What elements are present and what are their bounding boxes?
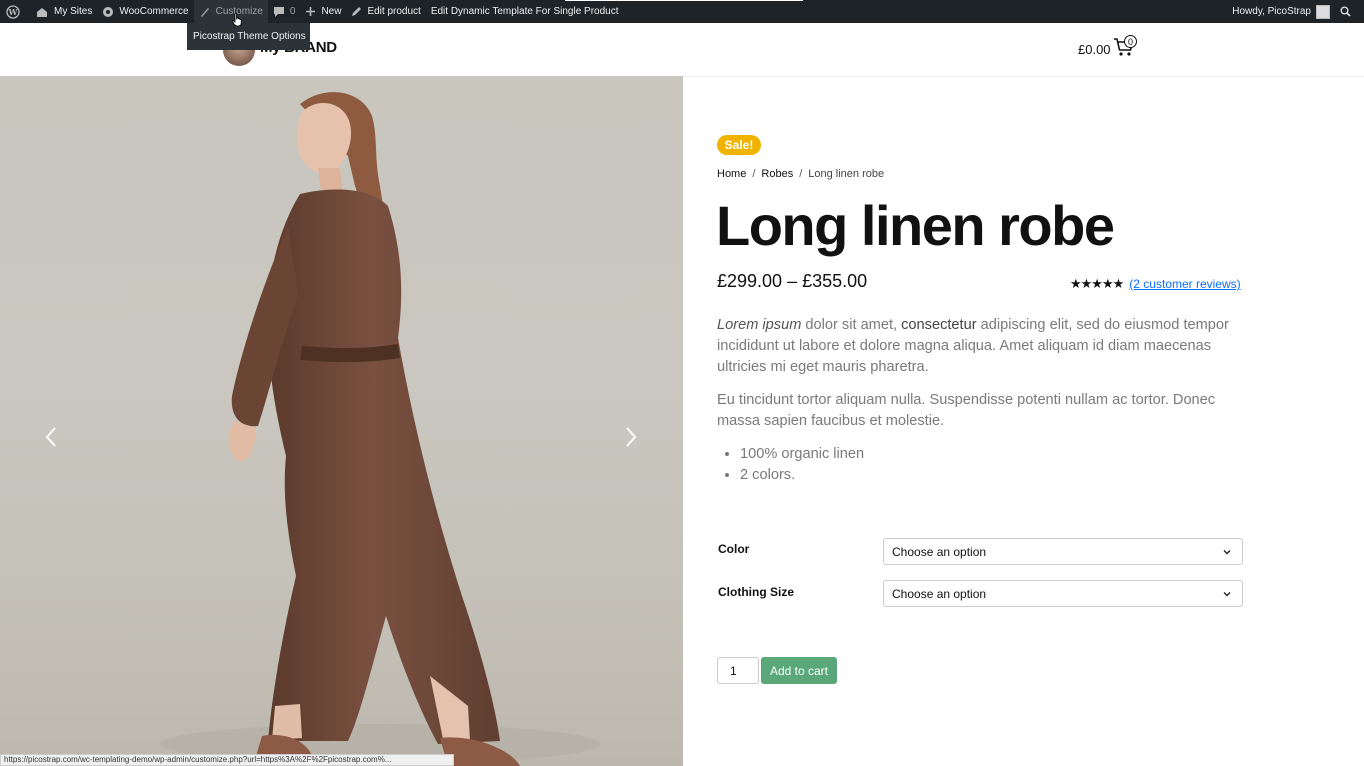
clothing-size-label: Clothing Size [718, 585, 794, 599]
customize-menu[interactable]: Customize [193, 0, 268, 23]
clothing-size-select[interactable]: Choose an option [883, 580, 1243, 607]
status-bar-url: https://picostrap.com/wc-templating-demo… [0, 754, 454, 766]
avatar [1316, 4, 1330, 19]
feature-item: 100% organic linen [740, 444, 864, 465]
color-label: Color [718, 542, 750, 556]
product-rating: ★★★★★ (2 customer reviews) [1070, 276, 1241, 292]
admin-bar: W My Sites WooCommerce Customize 0 New E… [0, 0, 1364, 23]
comment-icon [273, 6, 284, 17]
comments-count: 0 [289, 6, 296, 17]
wordpress-logo-menu[interactable]: W [0, 0, 31, 23]
breadcrumb-current: Long linen robe [808, 168, 885, 180]
feature-item: 2 colors. [740, 465, 864, 486]
description-paragraph-2: Eu tincidunt tortor aliquam nulla. Suspe… [717, 392, 1216, 429]
description-paragraph-1: Lorem ipsum dolor sit amet, consectetur … [717, 315, 1242, 378]
woocommerce-menu[interactable]: WooCommerce [97, 0, 193, 23]
description-text: dolor sit amet, [801, 317, 902, 333]
feature-list: 100% organic linen 2 colors. [717, 444, 864, 486]
new-label: New [321, 6, 342, 17]
description-bold: consectetur [901, 317, 977, 333]
woocommerce-label: WooCommerce [119, 6, 189, 17]
svg-text:W: W [8, 7, 19, 17]
hand-cursor-icon [232, 13, 242, 27]
breadcrumb-separator: / [799, 168, 803, 180]
chevron-down-icon [1223, 550, 1231, 555]
breadcrumb-separator: / [752, 168, 756, 180]
woocommerce-icon [103, 6, 114, 17]
reviews-link[interactable]: (2 customer reviews) [1129, 277, 1240, 291]
cart-total[interactable]: £0.00 [1078, 42, 1111, 57]
sale-badge: Sale! [717, 135, 761, 155]
chevron-down-icon [1223, 592, 1231, 597]
howdy-label: Howdy, PicoStrap [1232, 6, 1311, 17]
admin-search-button[interactable] [1340, 0, 1364, 23]
brush-icon [200, 7, 209, 17]
breadcrumb: Home / Robes / Long linen robe [717, 168, 884, 180]
product-price: £299.00 – £355.00 [717, 271, 868, 291]
edit-template-link[interactable]: Edit Dynamic Template For Single Product [426, 0, 624, 23]
theme-options-item[interactable]: Picostrap Theme Options [193, 31, 306, 42]
description-emphasis: Lorem ipsum [717, 317, 802, 333]
quantity-input[interactable]: 1 [717, 657, 759, 684]
rating-stars: ★★★★★ [1070, 276, 1124, 291]
breadcrumb-home[interactable]: Home [717, 168, 746, 180]
edit-product-link[interactable]: Edit product [346, 0, 425, 23]
product-gallery[interactable] [0, 76, 683, 766]
my-sites-label: My Sites [54, 6, 93, 17]
wordpress-icon: W [6, 4, 20, 19]
previous-slide-arrow-icon[interactable] [44, 426, 58, 448]
new-content-menu[interactable]: New [300, 0, 346, 23]
color-select-value: Choose an option [892, 544, 987, 559]
edit-template-label: Edit Dynamic Template For Single Product [430, 6, 619, 17]
product-title: Long linen robe [716, 194, 1115, 257]
clothing-size-select-value: Choose an option [892, 586, 987, 601]
next-slide-arrow-icon[interactable] [624, 426, 638, 448]
pencil-icon [352, 7, 362, 16]
product-image [160, 92, 600, 766]
breadcrumb-category[interactable]: Robes [761, 168, 793, 180]
loading-progress-line [565, 0, 803, 1]
account-menu[interactable]: Howdy, PicoStrap [1227, 0, 1340, 23]
cart-count-badge: 0 [1124, 35, 1137, 48]
sites-icon [37, 7, 47, 17]
color-select[interactable]: Choose an option [883, 538, 1243, 565]
customize-submenu[interactable]: Picostrap Theme Options [187, 23, 310, 50]
edit-product-label: Edit product [367, 6, 421, 17]
plus-icon [306, 7, 316, 16]
comments-menu[interactable]: 0 [268, 0, 301, 23]
search-icon [1340, 6, 1351, 17]
my-sites-menu[interactable]: My Sites [31, 0, 97, 23]
add-to-cart-button[interactable]: Add to cart [761, 657, 837, 684]
